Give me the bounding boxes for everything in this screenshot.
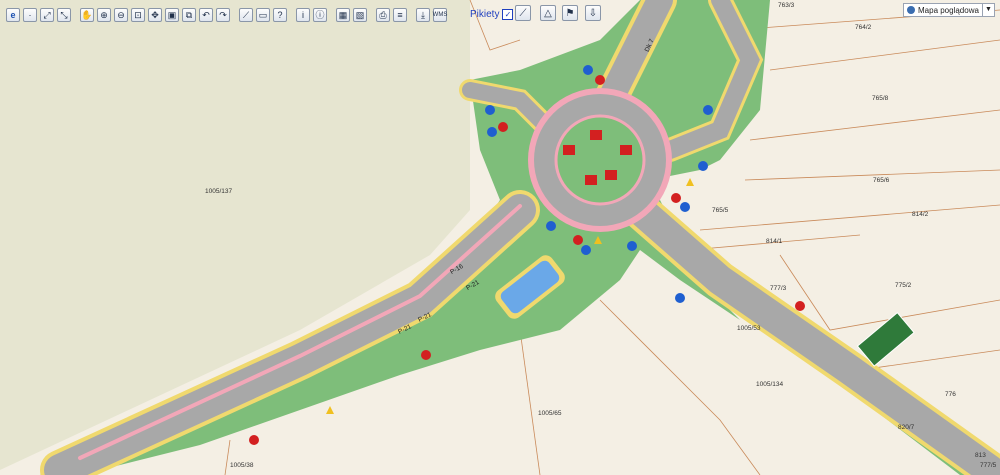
zoom-out-button[interactable]: ⊖ (114, 8, 128, 22)
pikiety-toggle[interactable]: Pikiety ✓ (470, 9, 514, 20)
pan-hand-button[interactable]: ✋ (80, 8, 94, 22)
parcel-label: 1005/38 (230, 462, 254, 469)
zoom-fit-button[interactable]: ⤡ (57, 8, 71, 22)
measure-line-button[interactable]: ⟋ (239, 8, 253, 22)
parcel-label: 1005/53 (737, 325, 761, 332)
basemap-select[interactable]: Mapa poglądowa ▼ (903, 3, 995, 17)
parcel-label: 776 (945, 391, 956, 398)
info-button[interactable]: i (296, 8, 310, 22)
edge-logo-button[interactable]: e (6, 8, 20, 22)
parcel-label: 814/2 (912, 211, 929, 218)
parcel-label: 765/8 (872, 95, 889, 102)
parcel-label: 1005/137 (205, 188, 233, 195)
parcel-label: 765/6 (873, 177, 890, 184)
export-tool[interactable]: ⇩ (585, 5, 601, 21)
zoom-full-button[interactable]: ▣ (165, 8, 179, 22)
identify-button[interactable]: ? (273, 8, 287, 22)
flag-tool[interactable]: ⚑ (562, 5, 578, 21)
wms-button[interactable]: WMS (433, 8, 447, 22)
pikiety-checkbox[interactable]: ✓ (502, 9, 514, 20)
globe-icon (907, 6, 915, 14)
layers-button[interactable]: ⧉ (182, 8, 196, 22)
draw-line-tool[interactable]: ⟋ (515, 5, 531, 21)
parcel-label: 1005/65 (538, 410, 562, 417)
parcel-label: 1005/134 (756, 381, 784, 388)
download-button[interactable]: ⤓ (416, 8, 430, 22)
parcel-label: 814/1 (766, 238, 783, 245)
pikiety-label: Pikiety (470, 9, 500, 20)
back-button[interactable]: ↶ (199, 8, 213, 22)
measure-area-button[interactable]: ▭ (256, 8, 270, 22)
parcel-label: 813 (975, 452, 986, 459)
parcel-label: 763/3 (778, 2, 795, 9)
basemap-label: Mapa poglądowa (918, 5, 979, 15)
toolbar: e · ⤢ ⤡ ✋ ⊕ ⊖ ⊡ ✥ ▣ ⧉ ↶ ↷ ⟋ ▭? i ⓘ ▦ ▧ ⎙ ≡ ⤓ WMS (6, 5, 447, 25)
forward-button[interactable]: ↷ (216, 8, 230, 22)
parcel-label: 764/2 (855, 24, 872, 31)
chevron-down-icon[interactable]: ▼ (982, 4, 994, 16)
print-button[interactable]: ⎙ (376, 8, 390, 22)
select-area-button[interactable]: ▧ (353, 8, 367, 22)
map-canvas[interactable] (0, 0, 1000, 475)
zoom-window-button[interactable]: ⊡ (131, 8, 145, 22)
parcel-label: 775/2 (895, 282, 912, 289)
zoom-in-button[interactable]: ⊕ (97, 8, 111, 22)
database-button[interactable]: ≡ (393, 8, 407, 22)
dot-button[interactable]: · (23, 8, 37, 22)
info-pointer-button[interactable]: ⓘ (313, 8, 327, 22)
draw-triangle-tool[interactable]: △ (540, 5, 556, 21)
move-map-button[interactable]: ✥ (148, 8, 162, 22)
roundabout (528, 88, 672, 232)
select-button[interactable]: ▦ (336, 8, 350, 22)
parcel-label: 777/3 (770, 285, 787, 292)
parcel-label: 777/5 (980, 462, 997, 469)
zoom-extent-button[interactable]: ⤢ (40, 8, 54, 22)
parcel-label: 765/5 (712, 207, 729, 214)
parcel-label: 820/7 (898, 424, 915, 431)
